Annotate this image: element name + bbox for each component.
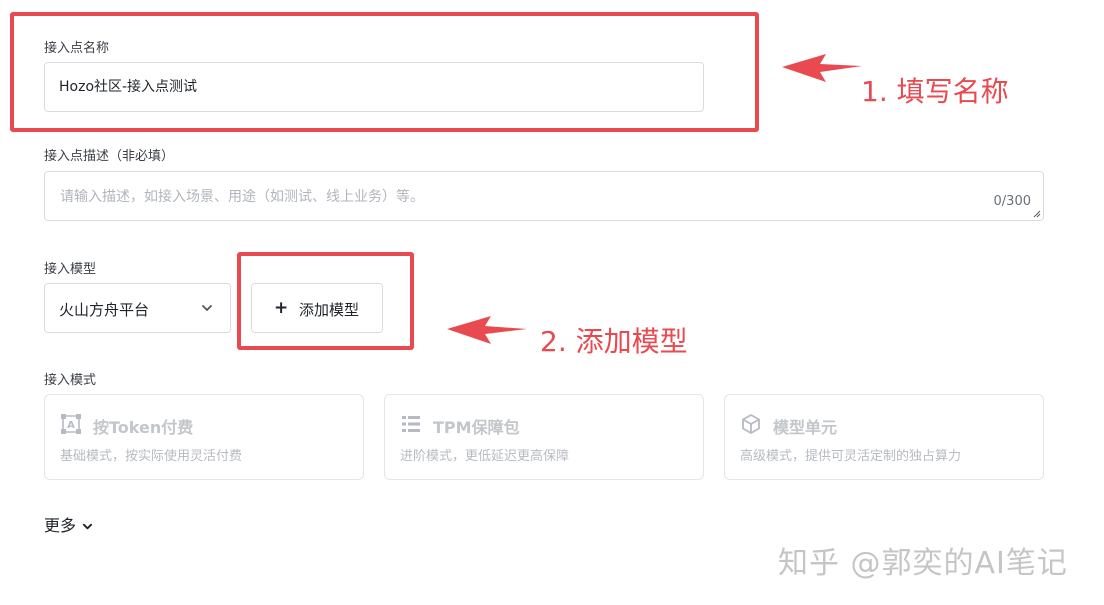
mode-card-desc: 高级模式，提供可灵活定制的独占算力: [740, 449, 962, 464]
mode-card-title: 按Token付费: [93, 418, 194, 437]
highlight-box-name: [10, 12, 759, 132]
svg-text:A: A: [67, 420, 75, 431]
mode-label: 接入模式: [44, 373, 97, 388]
description-placeholder: 请输入描述，如接入场景、用途（如测试、线上业务）等。: [60, 189, 424, 205]
model-label: 接入模型: [44, 262, 97, 277]
model-provider-select[interactable]: 火山方舟平台: [44, 283, 231, 333]
character-count: 0/300: [993, 194, 1031, 209]
arrow-icon: [447, 316, 527, 344]
more-label: 更多: [44, 516, 77, 535]
chevron-down-icon: [202, 305, 212, 311]
model-provider-value: 火山方舟平台: [59, 301, 150, 319]
arrow-icon: [782, 54, 862, 82]
annotation-step1: 1. 填写名称: [861, 75, 1009, 108]
highlight-box-add-model: [237, 252, 414, 350]
watermark: 知乎 @郭奕的AI笔记: [778, 546, 1068, 581]
mode-card-token[interactable]: A 按Token付费 基础模式，按实际使用灵活付费: [44, 394, 364, 480]
mode-card-unit[interactable]: 模型单元 高级模式，提供可灵活定制的独占算力: [724, 394, 1044, 480]
mode-card-desc: 进阶模式，更低延迟更高保障: [400, 449, 570, 464]
cube-icon: [742, 414, 760, 434]
annotation-step2: 2. 添加模型: [540, 325, 688, 358]
mode-card-tpm[interactable]: TPM保障包 进阶模式，更低延迟更高保障: [384, 394, 704, 480]
list-icon: [402, 416, 420, 432]
token-icon: A: [61, 414, 81, 434]
resize-handle-icon[interactable]: [1033, 210, 1041, 218]
more-toggle[interactable]: 更多: [44, 512, 93, 536]
chevron-down-icon: [83, 523, 93, 530]
mode-card-title: TPM保障包: [433, 418, 520, 437]
mode-card-desc: 基础模式，按实际使用灵活付费: [60, 449, 243, 464]
description-label: 接入点描述（非必填）: [44, 149, 175, 164]
mode-card-title: 模型单元: [773, 418, 838, 437]
description-textarea[interactable]: 请输入描述，如接入场景、用途（如测试、线上业务）等。 0/300: [44, 171, 1044, 221]
